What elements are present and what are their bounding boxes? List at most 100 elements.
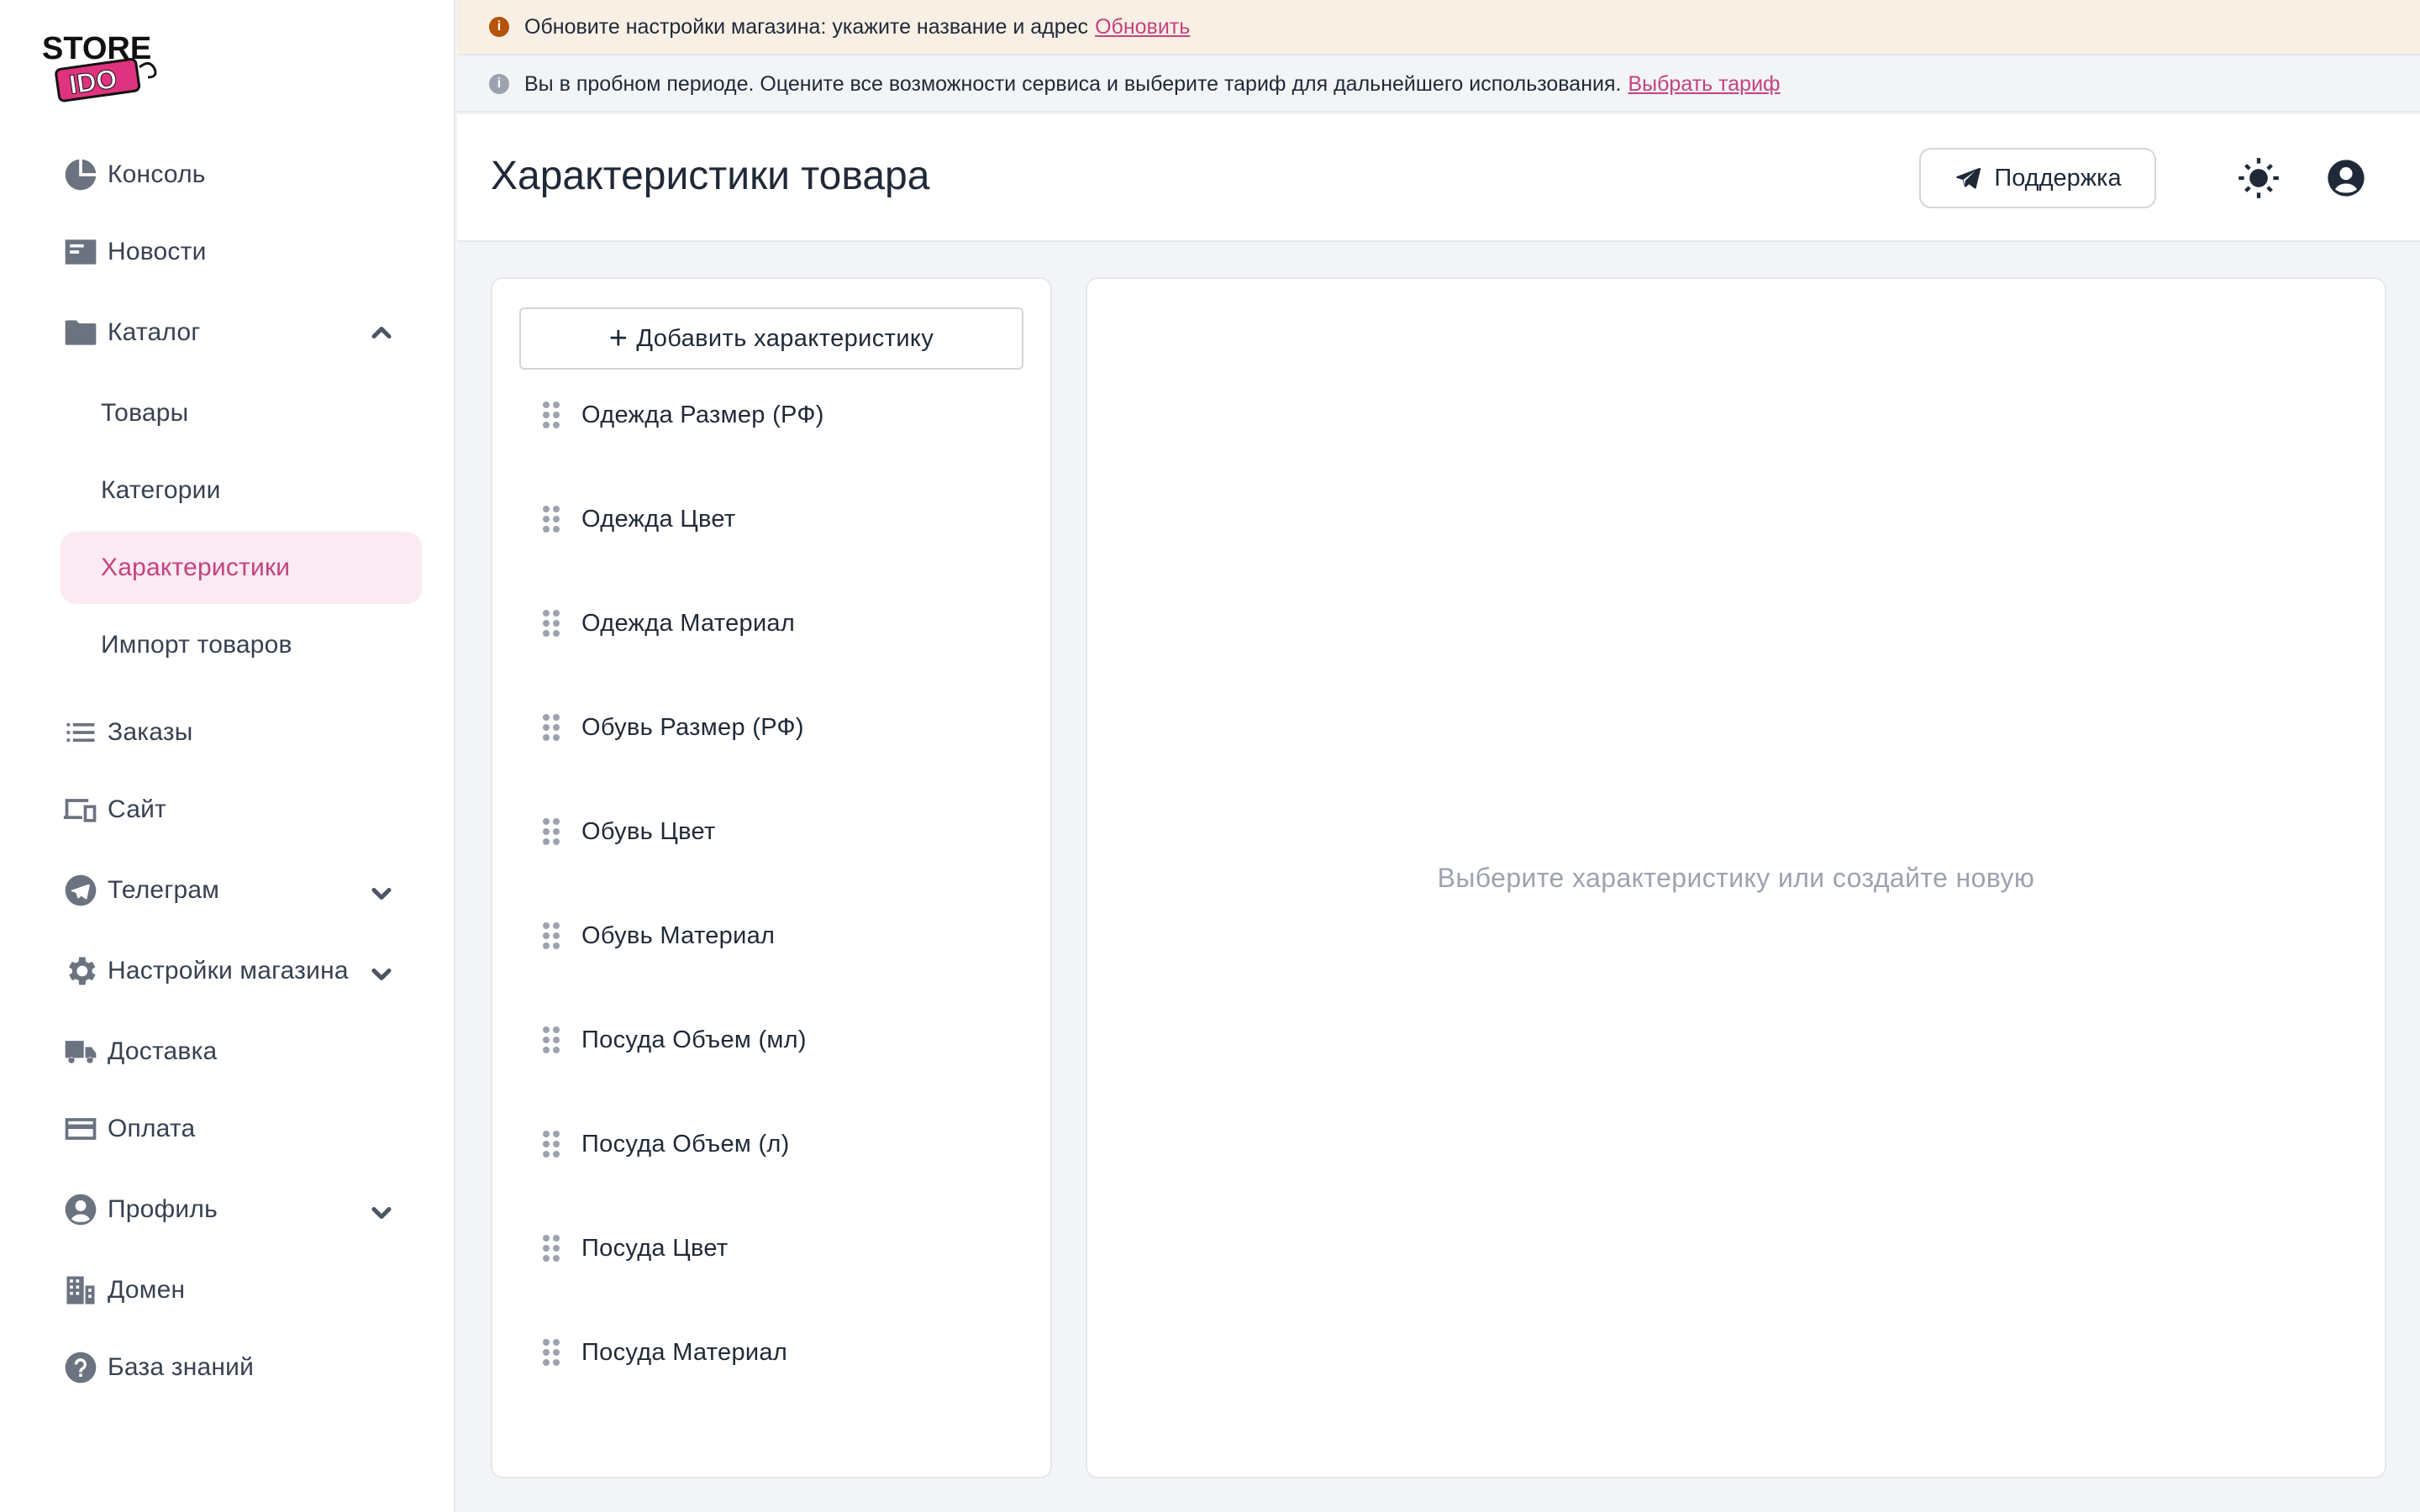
chevron-down-icon[interactable] xyxy=(366,879,397,909)
paper-plane-icon xyxy=(1956,167,1981,189)
attribute-name: Обувь Размер (РФ) xyxy=(581,713,804,741)
drag-handle-icon[interactable] xyxy=(531,395,571,435)
attribute-name: Одежда Размер (РФ) xyxy=(581,401,824,428)
attribute-name: Посуда Материал xyxy=(581,1338,788,1366)
sidebar-item-categories[interactable]: Категории xyxy=(60,454,422,527)
sidebar-item-label: Категории xyxy=(101,476,221,504)
attribute-list-item[interactable]: Обувь Материал xyxy=(519,902,1023,969)
drag-handle-icon[interactable] xyxy=(531,1228,571,1268)
sidebar-item-news[interactable]: Новости xyxy=(60,228,422,276)
attribute-list-item[interactable]: Одежда Размер (РФ) xyxy=(519,381,1023,449)
attribute-list-item[interactable]: Посуда Цвет xyxy=(519,1215,1023,1282)
add-attribute-button[interactable]: + Добавить характеристику xyxy=(519,307,1023,370)
sidebar-item-label: Новости xyxy=(108,238,207,265)
attribute-name: Посуда Объем (мл) xyxy=(581,1026,807,1053)
sidebar-item-products[interactable]: Товары xyxy=(60,377,422,449)
attribute-list-item[interactable]: Обувь Цвет xyxy=(519,798,1023,865)
update-link[interactable]: Обновить xyxy=(1095,15,1190,39)
sidebar-item-store-settings[interactable]: Настройки магазина xyxy=(60,948,422,995)
newspaper-icon xyxy=(60,232,101,272)
devices-icon xyxy=(60,790,101,830)
add-attribute-label: Добавить характеристику xyxy=(636,324,934,352)
attribute-name: Одежда Материал xyxy=(581,609,796,637)
list-icon xyxy=(60,712,101,753)
sidebar-item-label: Товары xyxy=(101,399,189,427)
attribute-list-item[interactable]: Посуда Материал xyxy=(519,1319,1023,1386)
folder-icon xyxy=(60,312,101,353)
sidebar-item-label: Телеграм xyxy=(108,876,220,904)
attribute-list-item[interactable]: Посуда Объем (л) xyxy=(519,1110,1023,1178)
sidebar: STORE IDO Консоль Новости Каталог Товары… xyxy=(0,0,455,1512)
settings-warning-banner: i Обновите настройки магазина: укажите н… xyxy=(457,0,2420,55)
gear-icon xyxy=(60,951,101,991)
sidebar-item-label: Характеристики xyxy=(101,554,291,581)
sidebar-item-site[interactable]: Сайт xyxy=(60,786,422,833)
sidebar-item-attributes[interactable]: Характеристики xyxy=(60,532,422,604)
plus-icon: + xyxy=(608,321,629,356)
sidebar-item-label: Сайт xyxy=(108,795,166,823)
user-circle-icon xyxy=(60,1189,101,1230)
sidebar-item-label: Консоль xyxy=(108,160,206,188)
sidebar-item-knowledge-base[interactable]: База знаний xyxy=(60,1344,422,1391)
sidebar-item-label: Доставка xyxy=(108,1037,218,1065)
attributes-list-panel: + Добавить характеристику Одежда Размер … xyxy=(491,277,1052,1478)
sidebar-item-domain[interactable]: Домен xyxy=(60,1267,422,1314)
truck-icon xyxy=(60,1032,101,1072)
sun-icon[interactable] xyxy=(2237,156,2281,200)
info-icon: i xyxy=(489,74,509,94)
trial-info-banner: i Вы в пробном периоде. Оцените все возм… xyxy=(457,57,2420,113)
drag-handle-icon[interactable] xyxy=(531,707,571,748)
chevron-up-icon[interactable] xyxy=(366,318,397,348)
choose-plan-link[interactable]: Выбрать тариф xyxy=(1628,72,1780,97)
drag-handle-icon[interactable] xyxy=(531,916,571,956)
credit-card-icon xyxy=(60,1109,101,1149)
attribute-name: Обувь Материал xyxy=(581,921,776,949)
sidebar-item-label: Домен xyxy=(108,1276,186,1304)
drag-handle-icon[interactable] xyxy=(531,1332,571,1373)
chevron-down-icon[interactable] xyxy=(366,1198,397,1228)
attribute-list-item[interactable]: Одежда Цвет xyxy=(519,486,1023,553)
drag-handle-icon[interactable] xyxy=(531,811,571,852)
info-icon: i xyxy=(489,17,509,37)
sidebar-item-orders[interactable]: Заказы xyxy=(60,709,422,756)
chart-pie-icon xyxy=(60,155,101,195)
trial-text: Вы в пробном периоде. Оцените все возмож… xyxy=(524,71,1622,96)
sidebar-item-label: Оплата xyxy=(108,1115,196,1142)
sidebar-item-import[interactable]: Импорт товаров xyxy=(60,609,422,681)
attribute-list-item[interactable]: Обувь Размер (РФ) xyxy=(519,694,1023,761)
support-label: Поддержка xyxy=(1994,164,2122,192)
drag-handle-icon[interactable] xyxy=(531,1020,571,1060)
drag-handle-icon[interactable] xyxy=(531,1124,571,1164)
sidebar-item-label: Заказы xyxy=(108,718,193,746)
sidebar-item-profile[interactable]: Профиль xyxy=(60,1186,422,1233)
sidebar-item-catalog[interactable]: Каталог xyxy=(60,309,422,356)
attribute-name: Посуда Объем (л) xyxy=(581,1130,790,1158)
drag-handle-icon[interactable] xyxy=(531,603,571,643)
sidebar-item-delivery[interactable]: Доставка xyxy=(60,1028,422,1075)
building-icon xyxy=(60,1270,101,1310)
sidebar-item-label: Каталог xyxy=(108,318,201,346)
sidebar-item-label: Импорт товаров xyxy=(101,631,292,659)
attribute-list-item[interactable]: Одежда Материал xyxy=(519,590,1023,657)
support-button[interactable]: Поддержка xyxy=(1919,148,2156,208)
telegram-icon xyxy=(60,870,101,911)
drag-handle-icon[interactable] xyxy=(531,499,571,539)
account-icon[interactable] xyxy=(2324,156,2368,200)
attribute-detail-panel: Выберите характеристику или создайте нов… xyxy=(1086,277,2386,1478)
sidebar-item-label: База знаний xyxy=(108,1353,255,1381)
attribute-list-item[interactable]: Посуда Объем (мл) xyxy=(519,1006,1023,1074)
question-icon xyxy=(60,1347,101,1388)
page-header: Характеристики товара Поддержка xyxy=(457,114,2420,242)
store-ido-logo[interactable]: STORE IDO xyxy=(40,29,175,104)
sidebar-item-label: Настройки магазина xyxy=(108,957,349,984)
sidebar-item-console[interactable]: Консоль xyxy=(60,151,422,198)
sidebar-item-label: Профиль xyxy=(108,1195,218,1223)
empty-state-text: Выберите характеристику или создайте нов… xyxy=(1437,862,2035,893)
attribute-name: Посуда Цвет xyxy=(581,1234,729,1262)
attribute-name: Обувь Цвет xyxy=(581,817,716,845)
sidebar-item-payment[interactable]: Оплата xyxy=(60,1105,422,1152)
attribute-name: Одежда Цвет xyxy=(581,505,736,533)
sidebar-item-telegram[interactable]: Телеграм xyxy=(60,867,422,914)
chevron-down-icon[interactable] xyxy=(366,959,397,990)
page-title: Характеристики товара xyxy=(491,154,930,198)
